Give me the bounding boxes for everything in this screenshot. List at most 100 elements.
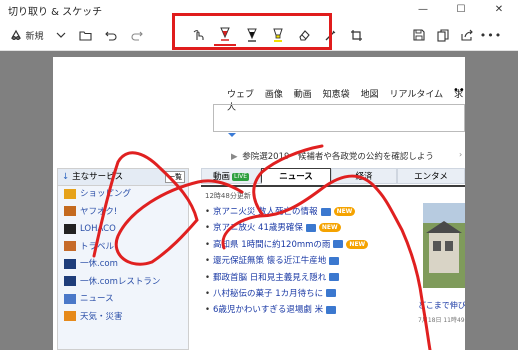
service-item-travel[interactable]: トラベル [58, 239, 188, 257]
topic-next-icon[interactable]: › [459, 150, 462, 159]
camera-icon [333, 240, 344, 249]
ikyu-restaurant-icon [64, 276, 76, 286]
services-panel: ↓ 主なサービス 一覧 ショッピング ヤフオク! LOHACO トラベル 一休.c… [57, 168, 189, 350]
chevron-down-icon [56, 30, 66, 40]
search-input[interactable] [213, 104, 465, 132]
service-item-ikyu[interactable]: 一休.com [58, 256, 188, 274]
arrow-down-icon: ↓ [62, 172, 70, 182]
maximize-button[interactable]: ☐ [442, 0, 480, 20]
headline-text: 八村秘伝の菓子 1カ月待ちに [213, 288, 324, 299]
news-tabs: 動画 LIVE ニュース 経済 エンタメ [201, 168, 465, 187]
open-file-button[interactable] [76, 24, 94, 46]
ikyu-icon [64, 258, 76, 269]
close-button[interactable]: ✕ [480, 0, 518, 20]
service-label: LOHACO [80, 224, 116, 234]
crop-icon [350, 29, 363, 42]
service-item-weather[interactable]: 天気・災害 [58, 309, 188, 327]
nav-video[interactable]: 動画 [294, 90, 312, 100]
service-label: 天気・災害 [80, 311, 123, 322]
headline-item[interactable]: • 6歳児かわいすぎる退場劇 米 [205, 302, 368, 318]
folder-icon [78, 30, 92, 41]
tab-label: ニュース [279, 172, 313, 182]
new-badge: NEW [318, 223, 341, 233]
triangle-right-icon: ▶ [231, 152, 238, 162]
services-header: ↓ 主なサービス 一覧 [58, 169, 188, 186]
news-photo[interactable] [423, 203, 465, 288]
live-badge: LIVE [232, 172, 250, 181]
nav-map[interactable]: 地図 [361, 90, 379, 100]
service-label: ヤフオク! [80, 206, 118, 217]
redo-icon [131, 30, 143, 41]
camera-icon [329, 273, 340, 282]
service-item-lohaco[interactable]: LOHACO [58, 221, 188, 239]
service-label: ニュース [80, 294, 114, 304]
new-snip-icon [10, 29, 22, 41]
headline-text: 6歳児かわいすぎる退場劇 米 [213, 305, 324, 316]
tab-news[interactable]: ニュース [261, 168, 331, 184]
share-icon [460, 29, 474, 41]
tab-economy[interactable]: 経済 [331, 168, 397, 184]
captured-page: ウェブ 画像 動画 知恵袋 地図 リアルタイム 求人 ••• ▶ 参院選2019… [53, 57, 465, 350]
service-item-news[interactable]: ニュース [58, 291, 188, 309]
nav-more-icon[interactable]: ••• [453, 85, 465, 96]
topic-link[interactable]: ▶ 参院選2019 候補者や各政党の公約を確認しよう [231, 150, 434, 162]
tool-highlight-box [172, 13, 332, 50]
news-icon [64, 293, 76, 304]
redo-button[interactable] [128, 24, 146, 46]
search-caret-icon [228, 133, 236, 137]
service-label: 一休.com [80, 259, 118, 269]
headline-text: 京アニ火災 数人死亡の情報 [213, 207, 318, 217]
save-icon [413, 29, 425, 41]
save-button[interactable] [410, 24, 428, 46]
suitcase-icon [64, 241, 76, 251]
nav-images[interactable]: 画像 [265, 90, 283, 100]
tab-video[interactable]: 動画 LIVE [201, 168, 261, 184]
more-button[interactable]: ••• [479, 24, 503, 46]
undo-button[interactable] [102, 24, 120, 46]
service-label: トラベル [80, 241, 115, 252]
headline-list: • 京アニ火災 数人死亡の情報 NEW • 京アニ放火 41歳男確保 NEW • 高知県 … [205, 204, 369, 319]
nav-web[interactable]: ウェブ [227, 90, 254, 100]
undo-icon [105, 30, 117, 41]
headline-item[interactable]: • 還元保証無策 懐る近江牛産地 [205, 253, 368, 269]
weather-icon [64, 311, 76, 321]
headline-item[interactable]: • 京アニ火災 数人死亡の情報 NEW [205, 204, 368, 220]
headline-item[interactable]: • 八村秘伝の菓子 1カ月待ちに [205, 286, 368, 302]
nav-realtime[interactable]: リアルタイム [389, 90, 443, 100]
headline-text: 京アニ放火 41歳男確保 [213, 223, 303, 234]
tab-label: 経済 [355, 172, 373, 182]
cart-icon [64, 188, 76, 199]
photo-caption[interactable]: どこまで伸び [418, 300, 465, 311]
service-item-auction[interactable]: ヤフオク! [58, 204, 188, 222]
tab-entertainment[interactable]: エンタメ [397, 168, 465, 184]
camera-icon [305, 223, 316, 232]
crop-button[interactable] [346, 24, 366, 46]
topic-text: 参院選2019 候補者や各政党の公約を確認しよう [242, 152, 434, 162]
camera-icon [329, 256, 340, 265]
headline-item[interactable]: • 高知県 1時間に約120mmの雨 NEW [205, 237, 369, 253]
copy-icon [437, 28, 449, 42]
new-badge: NEW [346, 239, 369, 249]
new-badge: NEW [333, 207, 356, 216]
service-label: 一休.comレストラン [80, 276, 161, 287]
share-button[interactable] [458, 24, 476, 46]
service-item-shopping[interactable]: ショッピング [58, 186, 188, 204]
copy-button[interactable] [434, 24, 452, 46]
nav-chiebukuro[interactable]: 知恵袋 [323, 90, 350, 100]
service-item-ikyu-restaurant[interactable]: 一休.comレストラン [58, 274, 188, 292]
new-snip-dropdown[interactable] [54, 24, 68, 46]
camera-icon [320, 207, 331, 216]
lohaco-icon [64, 223, 76, 234]
camera-icon [326, 289, 337, 298]
headline-item[interactable]: • 郵政首脳 日和見主義見え隠れ [205, 270, 368, 286]
updated-time: 12時48分更新 [205, 192, 251, 200]
new-snip-button[interactable]: 新規 [6, 24, 48, 46]
new-snip-label: 新規 [25, 31, 44, 42]
headline-item[interactable]: • 京アニ放火 41歳男確保 NEW [205, 220, 368, 236]
more-icon: ••• [479, 28, 503, 42]
services-all-button[interactable]: 一覧 [165, 171, 185, 183]
tab-label: エンタメ [414, 172, 448, 182]
services-title: 主なサービス [72, 172, 124, 182]
window-title: 切り取り & スケッチ [8, 7, 103, 18]
minimize-button[interactable]: — [404, 0, 442, 20]
